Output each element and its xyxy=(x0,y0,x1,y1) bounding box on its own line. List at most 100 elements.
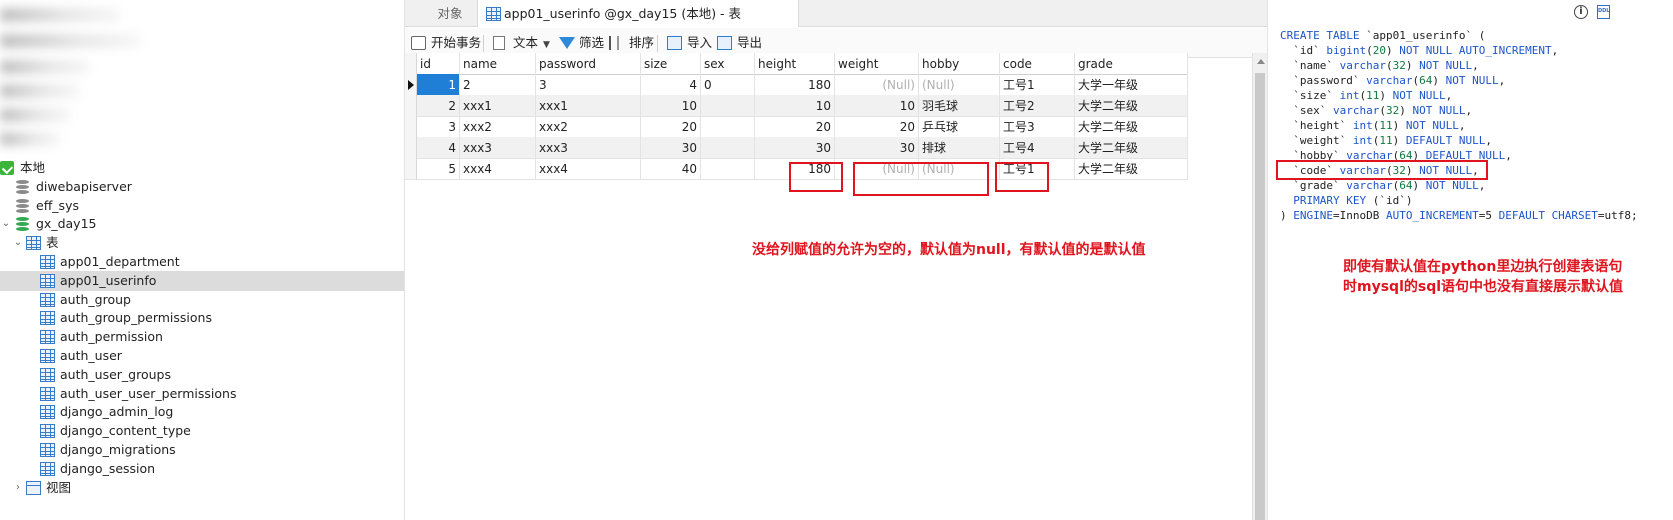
chevron-down-icon[interactable]: ⌄ xyxy=(0,214,12,234)
grid-cell-name[interactable]: xxx2 xyxy=(460,116,536,138)
navigator-item[interactable]: django_admin_log xyxy=(0,402,404,422)
grid-cell-height[interactable]: 30 xyxy=(755,137,835,159)
grid-cell-hobby[interactable]: 乒乓球 xyxy=(919,116,1000,138)
table-icon xyxy=(40,273,55,288)
grid-cell-grade[interactable]: 大学二年级 xyxy=(1075,158,1188,180)
grid-cell-grade[interactable]: 大学一年级 xyxy=(1075,74,1188,96)
chevron-down-icon[interactable]: ⌄ xyxy=(12,233,24,253)
scroll-up-icon[interactable] xyxy=(1257,59,1265,64)
grid-cell-grade[interactable]: 大学二年级 xyxy=(1075,95,1188,117)
grid-cell-id[interactable]: 3 xyxy=(417,116,460,138)
grid-cell-id[interactable]: 1 xyxy=(417,74,460,96)
grid-cell-height[interactable]: 180 xyxy=(755,74,835,96)
scrollbar-thumb[interactable] xyxy=(1255,73,1265,520)
grid-cell-sex[interactable] xyxy=(701,95,755,117)
grid-cell-sex[interactable] xyxy=(701,116,755,138)
grid-cell-name[interactable]: 2 xyxy=(460,74,536,96)
column-header-grade[interactable]: grade xyxy=(1075,53,1188,75)
grid-cell-weight[interactable]: 10 xyxy=(835,95,919,117)
navigator-item[interactable]: › 视图 xyxy=(0,478,404,498)
row-indicator[interactable] xyxy=(405,158,417,180)
info-icon[interactable]: i xyxy=(1574,5,1588,19)
ddl-icon[interactable]: DDL xyxy=(1597,5,1610,19)
grid-cell-weight[interactable]: 30 xyxy=(835,137,919,159)
row-indicator[interactable] xyxy=(405,116,417,138)
navigator-item[interactable]: auth_user_user_permissions xyxy=(0,384,404,404)
grid-cell-size[interactable]: 20 xyxy=(641,116,701,138)
grid-cell-password[interactable]: xxx2 xyxy=(536,116,641,138)
grid-cell-password[interactable]: xxx1 xyxy=(536,95,641,117)
grid-cell-name[interactable]: xxx4 xyxy=(460,158,536,180)
navigator-item[interactable]: app01_department xyxy=(0,252,404,272)
navigator-item[interactable]: auth_permission xyxy=(0,327,404,347)
navigator-item[interactable]: auth_group_permissions xyxy=(0,308,404,328)
row-indicator[interactable] xyxy=(405,137,417,159)
grid-cell-code[interactable]: 工号3 xyxy=(1000,116,1075,138)
column-header-weight[interactable]: weight xyxy=(835,53,919,75)
navigator-item[interactable]: ⌄ 表 xyxy=(0,233,404,253)
grid-cell-password[interactable]: 3 xyxy=(536,74,641,96)
navigator-item[interactable]: eff_sys xyxy=(0,196,404,216)
column-header-hobby[interactable]: hobby xyxy=(919,53,1000,75)
grid-cell-grade[interactable]: 大学二年级 xyxy=(1075,137,1188,159)
grid-cell-size[interactable]: 30 xyxy=(641,137,701,159)
grid-cell-hobby[interactable]: 羽毛球 xyxy=(919,95,1000,117)
column-header-id[interactable]: id xyxy=(417,53,460,75)
column-header-sex[interactable]: sex xyxy=(701,53,755,75)
grid-cell-hobby[interactable]: (Null) xyxy=(919,74,1000,96)
navigator-item[interactable]: django_content_type xyxy=(0,421,404,441)
grid-cell-id[interactable]: 5 xyxy=(417,158,460,180)
grid-cell-sex[interactable]: 0 xyxy=(701,74,755,96)
grid-cell-code[interactable]: 工号2 xyxy=(1000,95,1075,117)
column-header-size[interactable]: size xyxy=(641,53,701,75)
grid-cell-size[interactable]: 4 xyxy=(641,74,701,96)
vertical-scrollbar[interactable] xyxy=(1252,53,1267,520)
navigator-item[interactable]: auth_user xyxy=(0,346,404,366)
grid-cell-password[interactable]: xxx3 xyxy=(536,137,641,159)
grid-cell-id[interactable]: 2 xyxy=(417,95,460,117)
navigator-item[interactable]: diwebapiserver xyxy=(0,177,404,197)
grid-cell-weight[interactable]: 20 xyxy=(835,116,919,138)
toolbar-divider xyxy=(657,35,658,52)
tables-folder-icon xyxy=(26,236,41,251)
ddl-line: `sex` varchar(32) NOT NULL, xyxy=(1280,104,1473,117)
navigator-item[interactable]: 本地 xyxy=(0,158,404,178)
column-header-password[interactable]: password xyxy=(536,53,641,75)
database-icon-active xyxy=(16,217,29,232)
chevron-right-icon[interactable]: › xyxy=(12,478,24,498)
grid-cell-code[interactable]: 工号4 xyxy=(1000,137,1075,159)
table-icon xyxy=(40,367,55,382)
grid-cell-hobby[interactable]: 排球 xyxy=(919,137,1000,159)
grid-cell-size[interactable]: 10 xyxy=(641,95,701,117)
ddl-line: ) ENGINE=InnoDB AUTO_INCREMENT=5 DEFAULT… xyxy=(1280,209,1638,222)
grid-cell-name[interactable]: xxx1 xyxy=(460,95,536,117)
tab-objects[interactable]: 对象 xyxy=(417,0,483,27)
column-header-height[interactable]: height xyxy=(755,53,835,75)
grid-cell-height[interactable]: 10 xyxy=(755,95,835,117)
grid-cell-size[interactable]: 40 xyxy=(641,158,701,180)
navigator-item[interactable]: auth_group xyxy=(0,290,404,310)
grid-cell-height[interactable]: 20 xyxy=(755,116,835,138)
grid-cell-grade[interactable]: 大学二年级 xyxy=(1075,116,1188,138)
navigator-item[interactable]: django_migrations xyxy=(0,440,404,460)
navigator-item[interactable]: ⌄ gx_day15 xyxy=(0,214,404,234)
chevron-down-icon[interactable]: ▼ xyxy=(543,40,550,50)
column-header-code[interactable]: code xyxy=(1000,53,1075,75)
row-indicator[interactable] xyxy=(405,95,417,117)
tab-userinfo-table[interactable]: app01_userinfo @gx_day15 (本地) - 表 xyxy=(477,0,799,27)
navigator-item[interactable]: auth_user_groups xyxy=(0,365,404,385)
navigator-item[interactable]: app01_userinfo xyxy=(0,270,404,291)
grid-cell-sex[interactable] xyxy=(701,158,755,180)
data-grid: id name password size sex height weight hobby co… xyxy=(405,53,1267,520)
grid-cell-weight[interactable]: (Null) xyxy=(835,74,919,96)
grid-cell-code[interactable]: 工号1 xyxy=(1000,74,1075,96)
grid-cell-sex[interactable] xyxy=(701,137,755,159)
grid-cell-password[interactable]: xxx4 xyxy=(536,158,641,180)
grid-cell-id[interactable]: 4 xyxy=(417,137,460,159)
navigator-item[interactable]: django_session xyxy=(0,459,404,479)
table-icon xyxy=(40,349,55,363)
column-header-name[interactable]: name xyxy=(460,53,536,75)
grid-cell-name[interactable]: xxx3 xyxy=(460,137,536,159)
table-icon xyxy=(40,330,55,345)
current-row-indicator[interactable] xyxy=(405,74,417,96)
